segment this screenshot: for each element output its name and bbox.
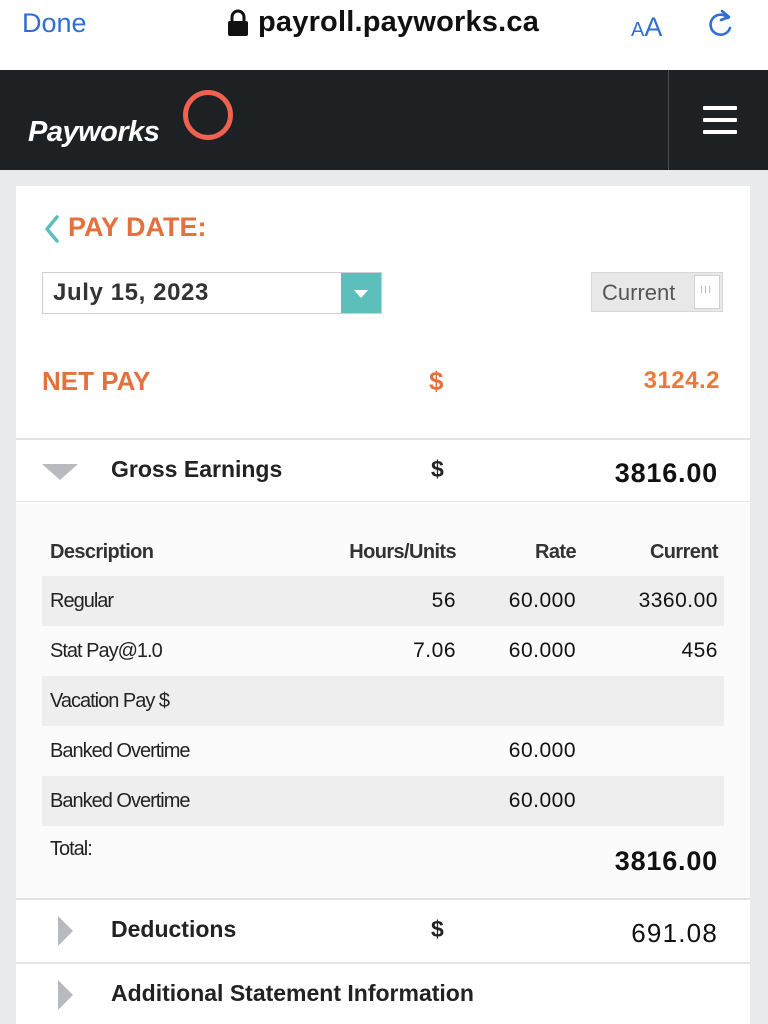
- column-header-description: Description: [50, 540, 154, 563]
- total-value: 3816.00: [614, 846, 718, 876]
- menu-bar-middle: [703, 118, 737, 122]
- row-description: Regular: [42, 576, 292, 626]
- table-row: Banked Overtime 60.000: [42, 776, 724, 826]
- row-hours: 56: [292, 576, 462, 626]
- expand-triangle-icon[interactable]: [58, 916, 73, 946]
- pay-date-select[interactable]: July 15, 2023: [42, 272, 382, 314]
- column-header-rate: Rate: [535, 540, 577, 563]
- deductions-currency: $: [431, 916, 444, 942]
- row-rate: 60.000: [462, 576, 582, 626]
- gross-earnings-header[interactable]: Gross Earnings $ 3816.00: [16, 438, 750, 502]
- current-toggle-label: Current: [602, 280, 676, 305]
- url-text: payroll.payworks.ca: [258, 6, 540, 38]
- logo-ring-icon: [183, 90, 233, 140]
- expand-triangle-icon[interactable]: [58, 980, 73, 1010]
- pay-statement-card: PAY DATE: July 15, 2023 Current NET PAY …: [16, 186, 750, 1024]
- table-row: Vacation Pay $: [42, 676, 724, 726]
- row-description: Banked Overtime: [50, 739, 191, 762]
- browser-bar: Done payroll.payworks.ca AA: [0, 0, 768, 70]
- reload-icon[interactable]: [702, 6, 738, 42]
- column-header-hours: Hours/Units: [349, 540, 456, 563]
- dropdown-arrow-icon[interactable]: [341, 273, 381, 313]
- earnings-details: Description Hours/Units Rate Current Reg…: [16, 504, 750, 898]
- net-pay-value: 3124.2: [643, 367, 720, 394]
- done-button[interactable]: Done: [22, 8, 87, 39]
- gross-earnings-total: 3816.00: [614, 458, 718, 488]
- row-rate: 60.000: [508, 639, 576, 662]
- additional-info-title: Additional Statement Information: [111, 980, 474, 1006]
- row-hours: [292, 776, 462, 826]
- net-pay-currency: $: [429, 366, 444, 396]
- earnings-table: Description Hours/Units Rate Current Reg…: [42, 528, 724, 826]
- column-header-current: Current: [649, 540, 719, 563]
- current-toggle[interactable]: Current: [591, 272, 723, 312]
- row-current: 3360.00: [582, 576, 724, 626]
- text-size-large: A: [644, 12, 663, 42]
- hamburger-menu-icon[interactable]: [690, 98, 750, 142]
- table-row: Banked Overtime 60.000: [42, 726, 724, 776]
- table-row: Regular 56 60.000 3360.00: [42, 576, 724, 626]
- row-rate: 60.000: [508, 739, 576, 762]
- deductions-header[interactable]: Deductions $ 691.08: [16, 898, 750, 962]
- row-current: 456: [681, 639, 718, 662]
- menu-bar-top: [703, 106, 737, 110]
- row-hours: 7.06: [413, 639, 456, 662]
- deductions-total: 691.08: [631, 918, 718, 948]
- net-pay-label: NET PAY: [42, 366, 151, 396]
- lock-icon: [228, 9, 248, 36]
- text-size-small: A: [631, 19, 645, 41]
- payworks-logo[interactable]: Payworks: [28, 116, 160, 149]
- row-current: [582, 726, 724, 776]
- row-rate: [462, 676, 582, 726]
- address-bar[interactable]: payroll.payworks.ca: [226, 6, 539, 39]
- deductions-title: Deductions: [111, 916, 237, 942]
- text-size-button[interactable]: AA: [631, 12, 662, 43]
- additional-info-header[interactable]: Additional Statement Information: [16, 962, 750, 1024]
- row-rate: 60.000: [462, 776, 582, 826]
- pay-date-value: July 15, 2023: [53, 279, 209, 306]
- row-description: Vacation Pay $: [42, 676, 292, 726]
- gross-earnings-title: Gross Earnings: [111, 456, 283, 482]
- row-current: [582, 776, 724, 826]
- app-header: Payworks: [0, 70, 768, 170]
- gross-earnings-currency: $: [431, 456, 444, 482]
- total-label: Total:: [50, 838, 93, 860]
- pay-date-label: PAY DATE:: [68, 212, 207, 242]
- back-chevron-icon[interactable]: [42, 214, 62, 244]
- table-header-row: Description Hours/Units Rate Current: [42, 528, 724, 576]
- row-current: [582, 676, 724, 726]
- row-hours: [292, 726, 462, 776]
- row-description: Banked Overtime: [42, 776, 292, 826]
- row-description: Stat Pay@1.0: [50, 639, 163, 662]
- collapse-triangle-icon[interactable]: [42, 464, 78, 480]
- table-row: Stat Pay@1.0 7.06 60.000 456: [42, 626, 724, 676]
- menu-bar-bottom: [703, 130, 737, 134]
- header-divider: [668, 70, 669, 170]
- toggle-knob[interactable]: [694, 275, 720, 309]
- row-hours: [292, 676, 462, 726]
